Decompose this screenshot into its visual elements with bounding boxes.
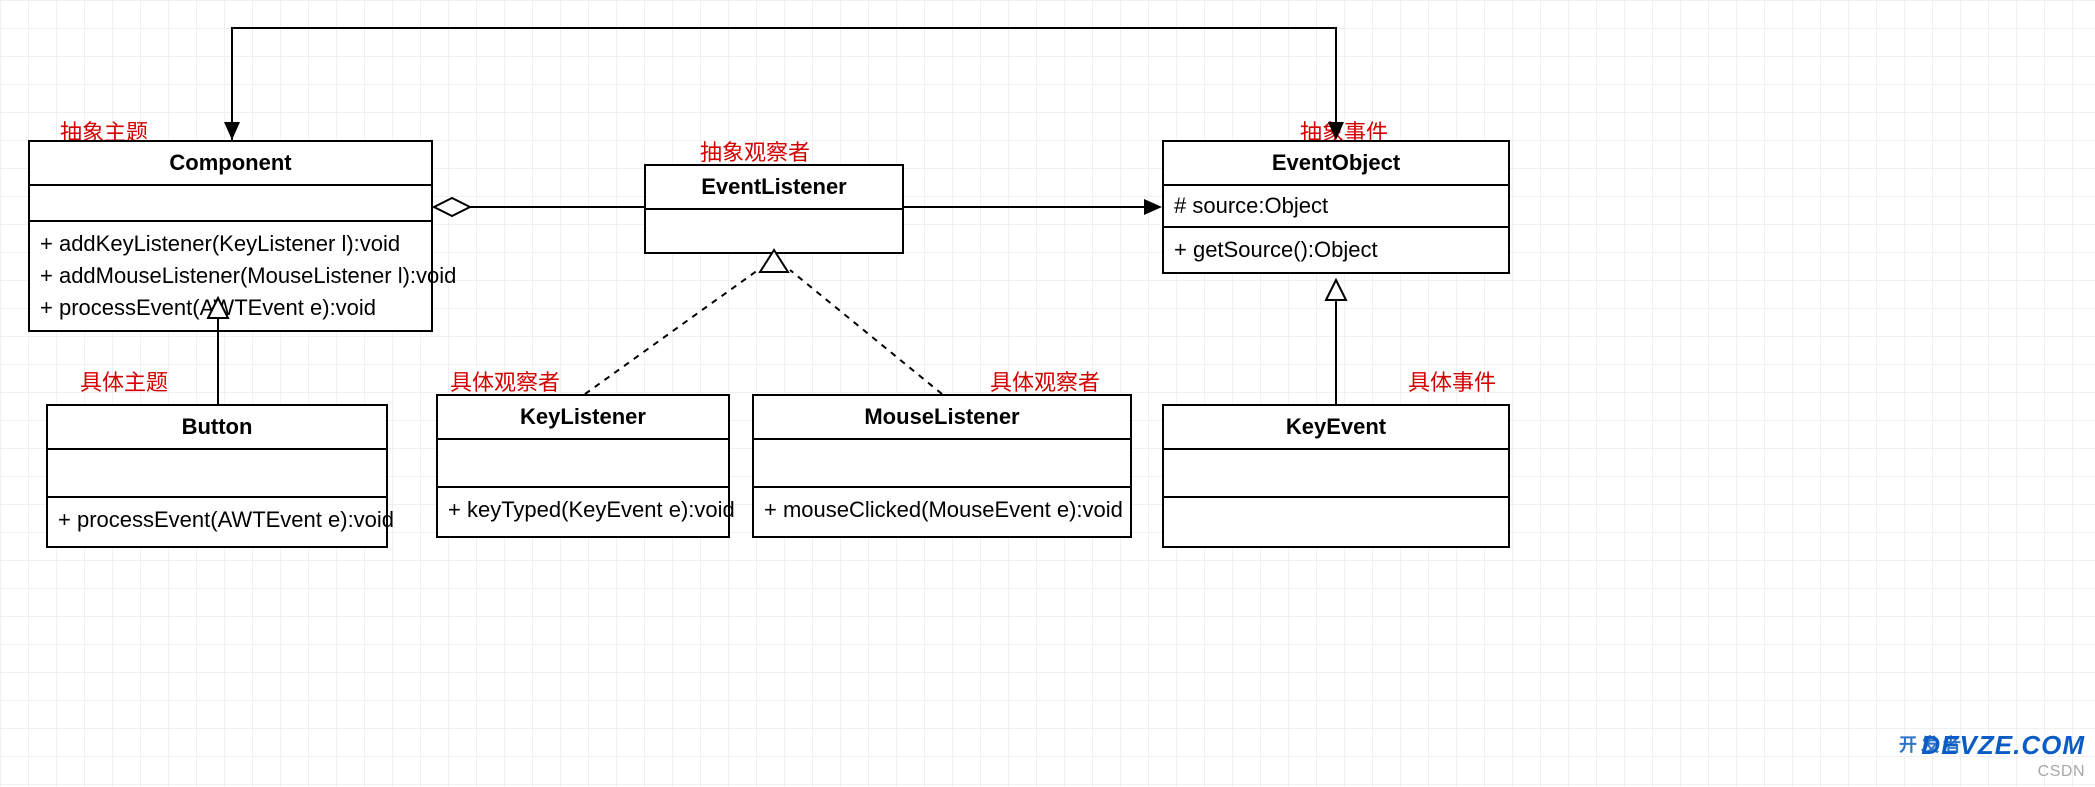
class-keylistener-ops: + keyTyped(KeyEvent e):void (438, 488, 728, 536)
class-eventlistener-body (646, 210, 902, 252)
class-keylistener-title: KeyListener (438, 396, 728, 440)
class-component-attrs (30, 186, 431, 222)
label-concrete-observer-key: 具体观察者 (450, 365, 560, 397)
class-eventobject-attrs: # source:Object (1164, 186, 1508, 228)
op: + keyTyped(KeyEvent e):void (448, 494, 718, 526)
class-button: Button + processEvent(AWTEvent e):void (46, 404, 388, 548)
solid-arrowhead-icon (224, 122, 240, 140)
class-component: Component + addKeyListener(KeyListener l… (28, 140, 433, 332)
class-eventlistener-title: EventListener (646, 166, 902, 210)
class-eventlistener: EventListener (644, 164, 904, 254)
class-component-title: Component (30, 142, 431, 186)
class-keylistener-attrs (438, 440, 728, 488)
op: + getSource():Object (1174, 234, 1498, 266)
class-keyevent-attrs (1164, 450, 1508, 498)
class-eventobject-title: EventObject (1164, 142, 1508, 186)
class-keyevent-ops (1164, 498, 1508, 546)
class-button-ops: + processEvent(AWTEvent e):void (48, 498, 386, 546)
label-concrete-event: 具体事件 (1408, 365, 1496, 397)
hollow-triangle-icon (1326, 280, 1346, 300)
class-button-attrs (48, 450, 386, 498)
solid-arrowhead-icon (1144, 199, 1162, 215)
arrow-mouselistener-to-eventlistener (790, 270, 942, 394)
label-concrete-observer-mouse: 具体观察者 (990, 365, 1100, 397)
label-concrete-subject: 具体主题 (80, 365, 168, 397)
class-mouselistener-title: MouseListener (754, 396, 1130, 440)
arrow-component-to-eventobject (232, 28, 1336, 140)
label-abstract-observer: 抽象观察者 (700, 135, 810, 167)
op: + addMouseListener(MouseListener l):void (40, 260, 421, 292)
arrow-keylistener-to-eventlistener (585, 270, 758, 394)
class-button-title: Button (48, 406, 386, 450)
class-keyevent-title: KeyEvent (1164, 406, 1508, 450)
class-keylistener: KeyListener + keyTyped(KeyEvent e):void (436, 394, 730, 538)
class-keyevent: KeyEvent (1162, 404, 1510, 548)
class-eventobject: EventObject # source:Object + getSource(… (1162, 140, 1510, 274)
op: + addKeyListener(KeyListener l):void (40, 228, 421, 260)
class-eventobject-ops: + getSource():Object (1164, 228, 1508, 272)
class-mouselistener: MouseListener + mouseClicked(MouseEvent … (752, 394, 1132, 538)
op: + processEvent(AWTEvent e):void (58, 504, 376, 536)
watermark-devze: DEVZE.COM (1921, 730, 2085, 761)
class-mouselistener-attrs (754, 440, 1130, 488)
op: + processEvent(AWTEvent e):void (40, 292, 421, 324)
class-component-ops: + addKeyListener(KeyListener l):void + a… (30, 222, 431, 330)
class-mouselistener-ops: + mouseClicked(MouseEvent e):void (754, 488, 1130, 536)
hollow-diamond-icon (434, 198, 470, 216)
attr: # source:Object (1174, 190, 1498, 222)
op: + mouseClicked(MouseEvent e):void (764, 494, 1120, 526)
watermark-csdn: CSDN (2038, 763, 2085, 781)
